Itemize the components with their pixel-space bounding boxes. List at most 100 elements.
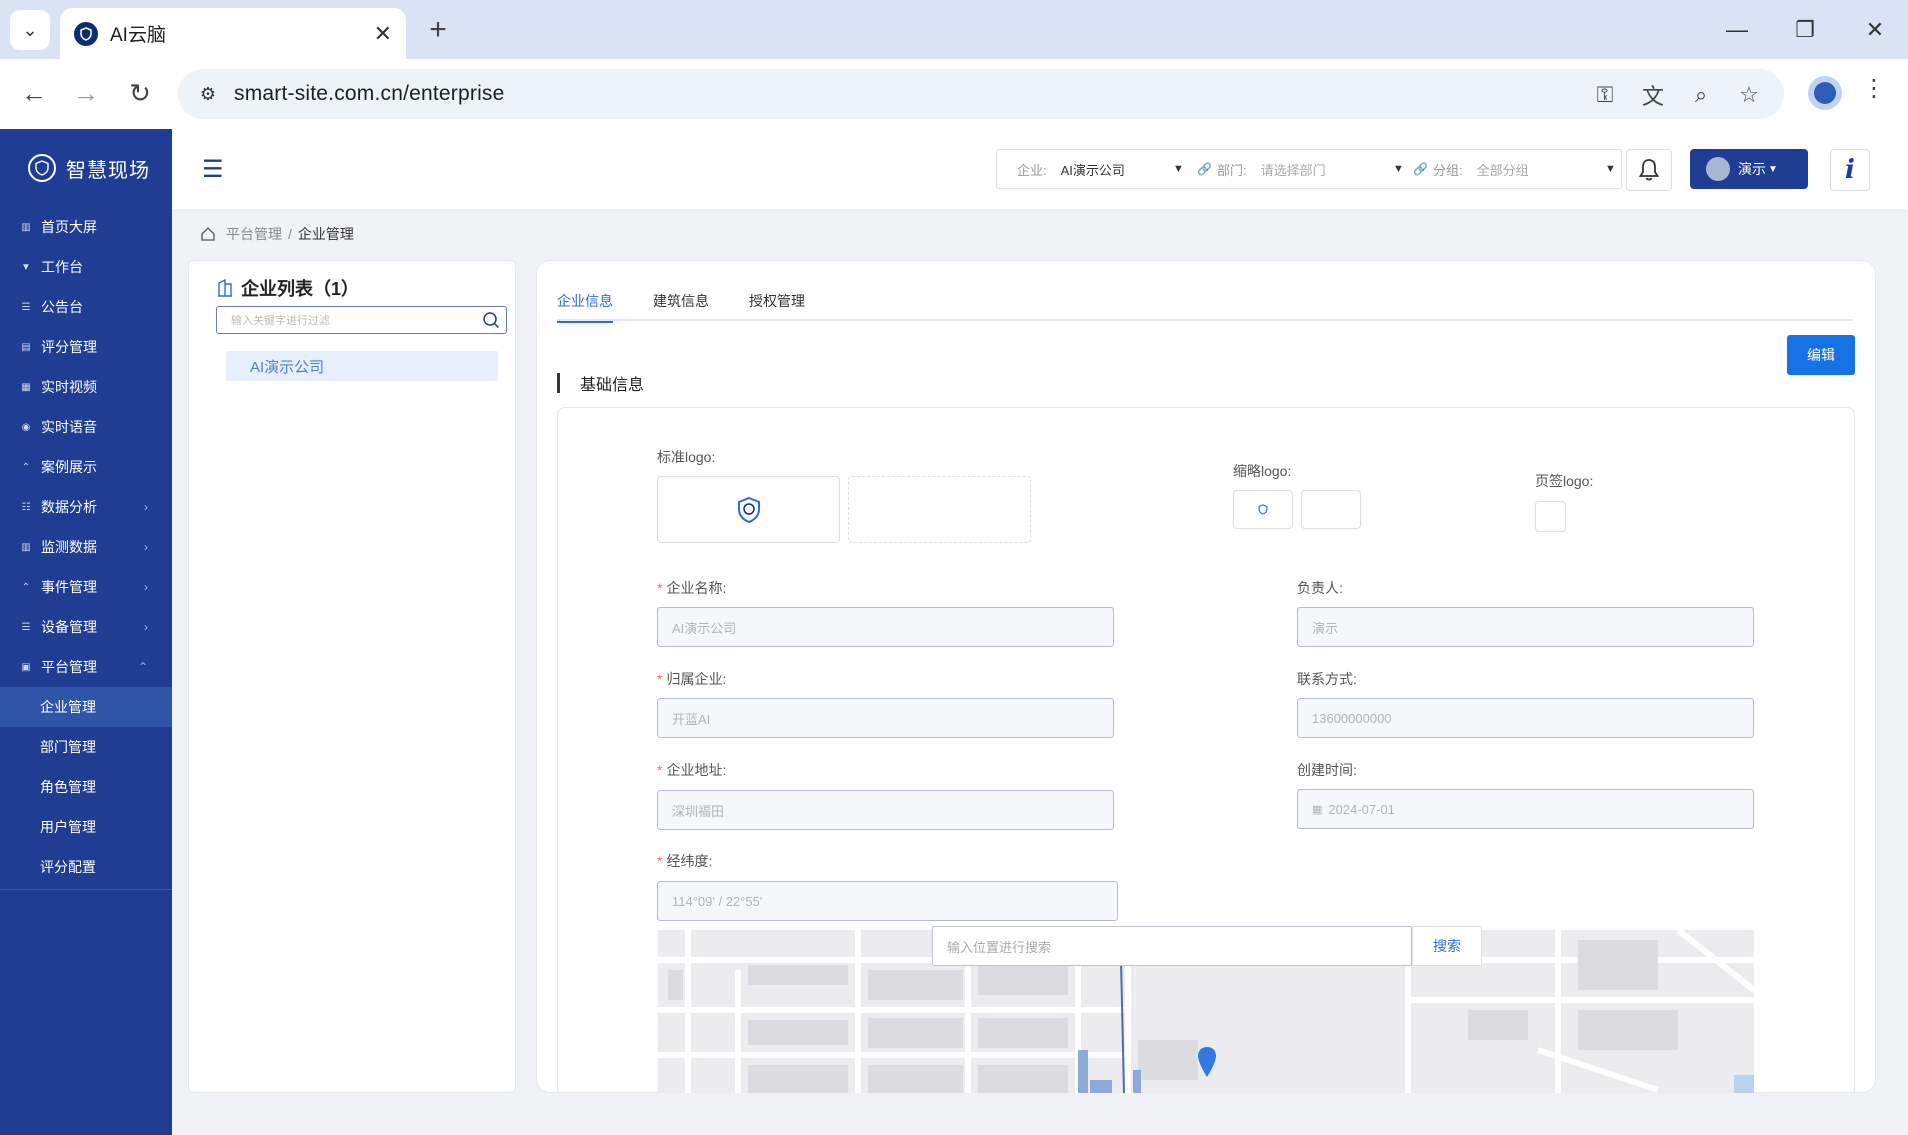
profile-avatar-icon[interactable] — [1808, 76, 1842, 110]
home-icon[interactable] — [200, 226, 216, 242]
map-search-button[interactable]: 搜索 — [1412, 926, 1482, 966]
close-tab-icon[interactable]: ✕ — [374, 21, 392, 47]
owner-label: 负责人: — [1297, 580, 1343, 596]
browser-menu-icon[interactable]: ⋮ — [1862, 74, 1886, 103]
created-date-field[interactable]: ▦ 2024-07-01 — [1297, 789, 1754, 829]
close-window-icon[interactable]: ✕ — [1852, 10, 1898, 50]
sidebar-item-label: 实时语音 — [41, 419, 97, 435]
brand-title: 智慧现场 — [66, 159, 150, 182]
forward-icon[interactable]: → — [66, 73, 106, 113]
map-search-input[interactable]: 输入位置进行搜索 — [932, 926, 1412, 966]
hamburger-menu-icon[interactable]: ☰ — [202, 155, 224, 184]
contact-label: 联系方式: — [1297, 671, 1357, 687]
section-title-text: 基础信息 — [580, 377, 645, 394]
user-name: 演示 — [1738, 161, 1766, 177]
restore-icon[interactable]: ❐ — [1782, 10, 1828, 50]
thumbnail-logo-upload[interactable] — [1301, 490, 1361, 529]
sidebar-item-platform[interactable]: ▣ 平台管理 ⌃ — [0, 647, 172, 687]
tab-title: AI云脑 — [110, 25, 166, 46]
device-icon: ☰ — [21, 621, 31, 633]
standard-logo-preview[interactable] — [657, 476, 840, 543]
department-placeholder: 请选择部门 — [1260, 162, 1326, 178]
tab-building-info[interactable]: 建筑信息 — [653, 291, 709, 321]
map-pin-icon[interactable] — [1196, 1046, 1218, 1078]
minimize-icon[interactable]: — — [1714, 10, 1760, 50]
analysis-icon: ☷ — [21, 501, 31, 513]
sidebar-subitem-enterprise[interactable]: 企业管理 — [0, 687, 172, 727]
new-tab-button[interactable]: + — [420, 12, 456, 48]
thumbnail-logo-preview[interactable] — [1233, 490, 1293, 529]
sidebar-item-voice[interactable]: ◉ 实时语音 — [0, 407, 172, 447]
sidebar-item-workbench[interactable]: ▼ 工作台 — [0, 247, 172, 287]
platform-icon: ▣ — [21, 661, 31, 673]
standard-logo-upload[interactable] — [848, 476, 1031, 543]
notification-bell-button[interactable] — [1626, 149, 1672, 191]
sidebar-item-monitor[interactable]: ▥ 监测数据 › — [0, 527, 172, 567]
panel-title-text: 企业列表（1） — [241, 279, 360, 299]
tab-logo-upload[interactable] — [1535, 501, 1566, 532]
list-item[interactable]: AI演示公司 — [226, 351, 498, 381]
section-title: 基础信息 — [557, 371, 644, 395]
caret-down-icon: ▼ — [1173, 163, 1184, 175]
owner-field[interactable]: 演示 — [1297, 607, 1754, 647]
score-icon: ▤ — [21, 341, 31, 353]
address-label: * 企业地址: — [657, 762, 727, 778]
sidebar-item-device[interactable]: ☰ 设备管理 › — [0, 607, 172, 647]
breadcrumb-separator: / — [288, 226, 292, 242]
tab-enterprise-info[interactable]: 企业信息 — [557, 291, 613, 323]
coordinates-field[interactable]: 114°09' / 22°55' — [657, 881, 1118, 921]
password-key-icon[interactable]: ⚿ — [1590, 80, 1620, 110]
zoom-icon[interactable]: ⌕ — [1686, 80, 1716, 110]
group-placeholder: 全部分组 — [1476, 162, 1529, 178]
department-select[interactable]: 🔗 部门: 请选择部门 ▼ — [1197, 150, 1413, 188]
sidebar-subitem-user[interactable]: 用户管理 — [0, 807, 172, 847]
translate-icon[interactable]: 文 — [1638, 80, 1668, 110]
sidebar-item-video[interactable]: ▦ 实时视频 — [0, 367, 172, 407]
chevron-right-icon: › — [144, 500, 148, 514]
sidebar-item-score[interactable]: ▤ 评分管理 — [0, 327, 172, 367]
bell-icon — [1638, 159, 1660, 181]
sidebar-subitem-role[interactable]: 角色管理 — [0, 767, 172, 807]
enterprise-name-field[interactable]: AI演示公司 — [657, 607, 1114, 647]
parent-enterprise-field[interactable]: 开蓝AI — [657, 698, 1114, 738]
link-icon: 🔗 — [1413, 162, 1428, 176]
tab-search-button[interactable]: ⌄ — [10, 10, 50, 50]
chevron-down-icon: ⌄ — [22, 19, 38, 40]
tab-authorization[interactable]: 授权管理 — [749, 291, 805, 321]
sidebar-item-case[interactable]: ⌃ 案例展示 — [0, 447, 172, 487]
sidebar-item-notice[interactable]: ☰ 公告台 — [0, 287, 172, 327]
breadcrumb-parent[interactable]: 平台管理 — [226, 224, 282, 244]
info-button[interactable]: i — [1830, 149, 1870, 191]
sidebar-subitem-score-config[interactable]: 评分配置 — [0, 847, 172, 887]
tab-logo-label: 页签logo: — [1535, 473, 1594, 489]
address-bar[interactable]: ⚙ smart-site.com.cn/enterprise ⚿ 文 ⌕ ☆ — [178, 69, 1784, 119]
sidebar-subitem-department[interactable]: 部门管理 — [0, 727, 172, 767]
sidebar: 智慧现场 ▥ 首页大屏 ▼ 工作台 ☰ 公告台 ▤ 评分管理 ▦ 实时视频 ◉ 实时语音 ⌃… — [0, 129, 172, 1135]
sidebar-item-event[interactable]: ⌃ 事件管理 › — [0, 567, 172, 607]
reload-icon[interactable]: ↻ — [120, 73, 160, 113]
sidebar-item-analysis[interactable]: ☷ 数据分析 › — [0, 487, 172, 527]
voice-icon: ◉ — [21, 421, 31, 433]
browser-tab[interactable]: AI云脑 ✕ — [60, 8, 406, 59]
workbench-icon: ▼ — [21, 261, 31, 273]
parent-label: * 归属企业: — [657, 671, 727, 687]
brand: 智慧现场 — [0, 129, 172, 207]
user-menu-button[interactable]: 演示 ▼ — [1690, 149, 1808, 189]
site-settings-icon[interactable]: ⚙ — [196, 82, 220, 106]
enterprise-select[interactable]: 企业: AI演示公司 ▼ — [997, 150, 1197, 188]
edit-button[interactable]: 编辑 — [1787, 335, 1855, 375]
notice-icon: ☰ — [21, 301, 31, 313]
contact-field[interactable]: 13600000000 — [1297, 698, 1754, 738]
sidebar-item-label: 工作台 — [41, 259, 83, 275]
browser-tab-bar: ⌄ AI云脑 ✕ + — ❐ ✕ — [0, 0, 1908, 59]
enterprise-filter-input[interactable]: 输入关键字进行过滤 — [216, 306, 507, 334]
search-icon[interactable] — [482, 311, 500, 329]
group-select[interactable]: 🔗 分组: 全部分组 ▼ — [1413, 150, 1621, 188]
bookmark-star-icon[interactable]: ☆ — [1734, 80, 1764, 110]
sidebar-item-dashboard[interactable]: ▥ 首页大屏 — [0, 207, 172, 247]
back-icon[interactable]: ← — [14, 73, 54, 113]
ai-shield-logo-icon — [1258, 504, 1268, 515]
shield-favicon-icon — [74, 21, 98, 46]
sidebar-item-label: 实时视频 — [41, 379, 97, 395]
address-field[interactable]: 深圳福田 — [657, 790, 1114, 830]
